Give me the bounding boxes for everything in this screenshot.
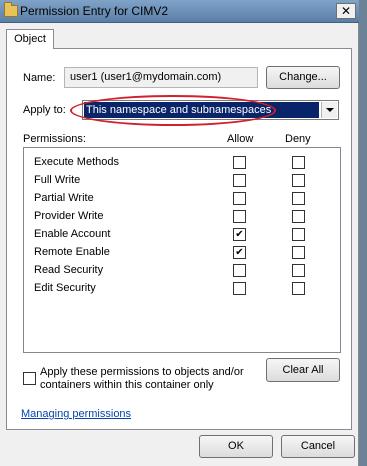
permission-name: Provider Write — [34, 210, 104, 222]
folder-icon — [4, 2, 18, 17]
permissions-list[interactable]: Execute Methods Full Write Partial Write Pr… — [23, 147, 341, 353]
chevron-down-icon[interactable] — [321, 102, 337, 118]
deny-checkbox[interactable] — [292, 174, 305, 187]
allow-checkbox[interactable] — [233, 282, 246, 295]
apply-to-selected-value: This namespace and subnamespaces — [84, 102, 319, 118]
permission-row: Remote Enable ✔ — [24, 244, 340, 262]
allow-checkbox[interactable] — [233, 210, 246, 223]
deny-checkbox[interactable] — [292, 228, 305, 241]
clear-all-button[interactable]: Clear All — [266, 358, 340, 382]
close-button[interactable]: ✕ — [336, 3, 356, 19]
permission-name: Enable Account — [34, 228, 111, 240]
permission-row: Enable Account ✔ — [24, 226, 340, 244]
name-field: user1 (user1@mydomain.com) — [64, 67, 258, 88]
permission-name: Partial Write — [34, 192, 94, 204]
deny-checkbox[interactable] — [292, 156, 305, 169]
permission-row: Full Write — [24, 172, 340, 190]
permission-name: Full Write — [34, 174, 81, 186]
allow-checkbox[interactable] — [233, 264, 246, 277]
deny-checkbox[interactable] — [292, 264, 305, 277]
deny-checkbox[interactable] — [292, 246, 305, 259]
title-bar[interactable]: Permission Entry for CIMV2 ✕ — [0, 0, 359, 23]
deny-checkbox[interactable] — [292, 282, 305, 295]
change-button[interactable]: Change... — [266, 66, 340, 89]
allow-checkbox[interactable]: ✔ — [233, 228, 246, 241]
permission-name: Execute Methods — [34, 156, 119, 168]
background-strip — [359, 0, 367, 466]
permission-row: Execute Methods — [24, 154, 340, 172]
permission-row: Edit Security — [24, 280, 340, 298]
allow-checkbox[interactable]: ✔ — [233, 246, 246, 259]
permission-row: Provider Write — [24, 208, 340, 226]
apply-to-select[interactable]: This namespace and subnamespaces — [82, 100, 339, 120]
deny-checkbox[interactable] — [292, 210, 305, 223]
allow-checkbox[interactable] — [233, 156, 246, 169]
deny-checkbox[interactable] — [292, 192, 305, 205]
name-label: Name: — [23, 72, 56, 84]
permission-row: Read Security — [24, 262, 340, 280]
apply-container-text-1: Apply these permissions to objects and/o… — [40, 366, 244, 378]
permission-name: Edit Security — [34, 282, 96, 294]
apply-container-checkbox[interactable] — [23, 372, 36, 385]
allow-header: Allow — [227, 133, 254, 145]
allow-checkbox[interactable] — [233, 192, 246, 205]
managing-permissions-link[interactable]: Managing permissions — [21, 408, 131, 420]
permission-name: Remote Enable — [34, 246, 110, 258]
permission-entry-window: Permission Entry for CIMV2 ✕ Object Name… — [0, 0, 359, 466]
permissions-label: Permissions: — [23, 133, 86, 145]
apply-container-text-2: containers within this container only — [40, 379, 214, 391]
deny-header: Deny — [285, 133, 311, 145]
tab-object[interactable]: Object — [6, 29, 54, 49]
allow-checkbox[interactable] — [233, 174, 246, 187]
permission-row: Partial Write — [24, 190, 340, 208]
window-title: Permission Entry for CIMV2 — [20, 4, 169, 18]
cancel-button[interactable]: Cancel — [281, 435, 355, 458]
ok-button[interactable]: OK — [199, 435, 273, 458]
apply-to-label: Apply to: — [23, 104, 66, 116]
permission-name: Read Security — [34, 264, 104, 276]
